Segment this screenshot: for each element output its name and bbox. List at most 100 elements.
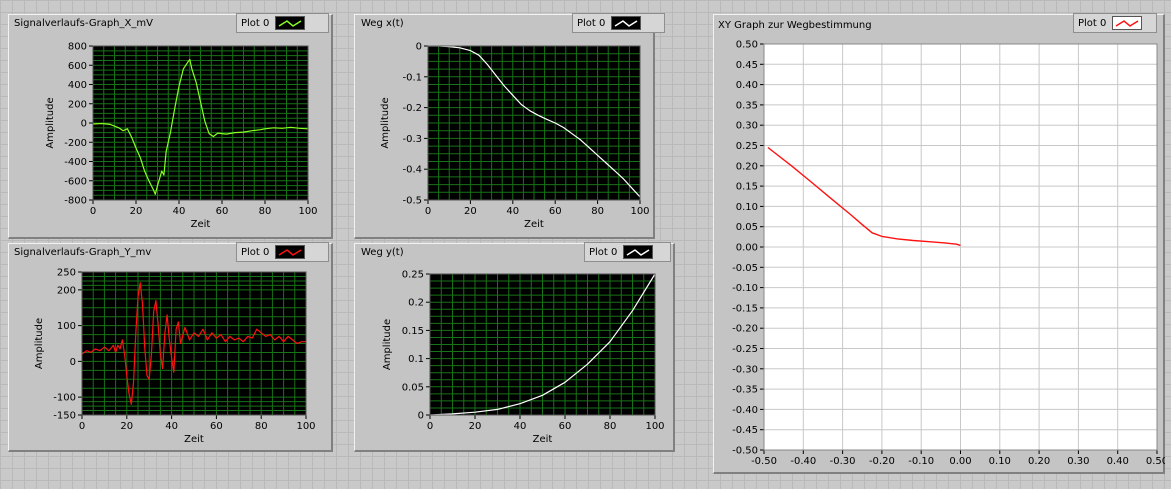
chart-xy: -0.50 -0.40 -0.30 -0.20 -0.10 0.00 0.10 0.20 0.3… [713,34,1168,474]
legend-swatch-white-icon [623,245,654,259]
y-tick-label: -0.1 [402,72,422,83]
legend-label: Plot 0 [241,17,270,29]
y-tick-label: 0.00 [736,243,758,254]
y-tick-label: 0.45 [736,60,758,71]
y-tick-label: 800 [68,42,87,53]
legend-swatch-red-icon [275,245,306,259]
y-tick-label: 400 [68,80,87,91]
y-tick-label: 0 [81,119,87,130]
x-tick-label: 0.10 [989,456,1011,467]
y-tick-label: 0.40 [736,80,758,91]
y-tick-label: -0.30 [732,364,758,375]
x-axis-label: Zeit [184,434,204,445]
chart-y-mv: 0 20 40 60 80 100 250 200 100 0 -100 -150 Zeit Amplit… [8,262,333,452]
x-axis-label: Zeit [191,219,211,230]
grid [81,271,307,416]
legend-weg-x[interactable]: Plot 0 [572,13,665,33]
y-tick-label: 0.1 [408,354,424,365]
y-tick-label: 0.35 [736,100,758,111]
legend-x-mv[interactable]: Plot 0 [236,13,329,33]
x-tick-label: -0.40 [790,456,816,467]
legend-label: Plot 0 [589,246,618,258]
graph-title-weg-x: Weg x(t) [361,18,404,29]
y-tick-label: -0.20 [732,324,758,335]
x-tick-label: 40 [173,206,186,217]
y-tick-label: -400 [64,157,87,168]
legend-swatch-red-icon [1112,16,1143,30]
chart-weg-x: 0 20 40 60 80 100 0 -0.1 -0.2 -0.3 -0.4 -0.5 Zeit Amp… [354,34,655,239]
chart-weg-y: 0 20 40 60 80 100 0.25 0.2 0.15 0.1 0.05 0 Zeit Ampli… [354,262,675,452]
y-tick-label: -200 [64,138,87,149]
y-tick-label: 100 [57,321,76,332]
y-tick-label: -100 [53,393,76,404]
x-tick-label: 60 [210,421,223,432]
y-tick-label: 0.05 [736,222,758,233]
x-tick-label: 40 [514,421,527,432]
y-tick-label: 0.20 [736,161,758,172]
y-tick-label: 0.25 [402,270,424,281]
graph-title-y-mv: Signalverlaufs-Graph_Y_mv [14,247,152,258]
x-tick-label: 40 [506,206,519,217]
x-tick-label: 60 [559,421,572,432]
x-tick-label: -0.30 [830,456,856,467]
y-axis-label: Amplitude [34,318,45,369]
x-tick-label: 0.40 [1107,456,1129,467]
y-tick-label: -0.35 [732,385,758,396]
y-axis-label: Amplitude [380,97,391,148]
x-tick-label: -0.20 [869,456,895,467]
legend-swatch-white-icon [611,16,642,30]
legend-swatch-green-icon [275,16,306,30]
graph-title-xy: XY Graph zur Wegbestimmung [718,20,872,31]
grid [92,45,309,201]
y-tick-label: -0.40 [732,405,758,416]
x-tick-label: 100 [630,206,649,217]
y-tick-label: 0 [418,411,424,422]
y-tick-label: 600 [68,61,87,72]
x-tick-label: 80 [255,421,268,432]
y-tick-label: -0.15 [732,303,758,314]
legend-y-mv[interactable]: Plot 0 [236,242,329,262]
x-tick-label: 0.20 [1028,456,1050,467]
x-tick-label: 20 [469,421,482,432]
x-tick-label: 20 [120,421,133,432]
x-tick-label: 20 [464,206,477,217]
x-tick-label: 0 [427,421,433,432]
grid [427,45,641,201]
x-tick-label: 0 [79,421,85,432]
y-tick-label: -0.45 [732,425,758,436]
x-tick-label: 100 [298,206,317,217]
y-tick-label: 200 [68,99,87,110]
y-tick-label: -0.4 [402,165,422,176]
y-tick-label: 0.25 [736,141,758,152]
y-tick-label: -800 [64,196,87,207]
x-tick-label: -0.10 [908,456,934,467]
y-tick-label: 0.05 [402,382,424,393]
legend-label: Plot 0 [577,17,606,29]
legend-label: Plot 0 [1078,17,1107,29]
grid [429,273,656,416]
grid [763,43,1158,451]
y-tick-label: 0.10 [736,202,758,213]
y-tick-label: 0.15 [736,182,758,193]
x-tick-label: 60 [549,206,562,217]
graph-title-weg-y: Weg y(t) [361,247,404,258]
x-tick-label: 20 [130,206,143,217]
legend-label: Plot 0 [241,246,270,258]
y-tick-label: -0.25 [732,344,758,355]
y-tick-label: -150 [53,411,76,422]
legend-weg-y[interactable]: Plot 0 [584,242,671,262]
y-tick-label: 0 [70,357,76,368]
x-axis-label: Zeit [524,219,544,230]
graph-title-x-mv: Signalverlaufs-Graph_X_mV [14,18,153,29]
y-tick-label: 0.2 [408,298,424,309]
legend-xy[interactable]: Plot 0 [1073,13,1157,33]
x-axis-label: Zeit [533,434,553,445]
x-tick-label: 40 [165,421,178,432]
y-tick-label: -0.05 [732,263,758,274]
y-tick-label: -0.10 [732,283,758,294]
y-tick-label: 0.50 [736,40,758,51]
y-tick-label: -0.5 [402,196,422,207]
y-axis-label: Amplitude [45,97,56,148]
y-tick-label: -0.2 [402,103,422,114]
x-tick-label: 100 [645,421,664,432]
